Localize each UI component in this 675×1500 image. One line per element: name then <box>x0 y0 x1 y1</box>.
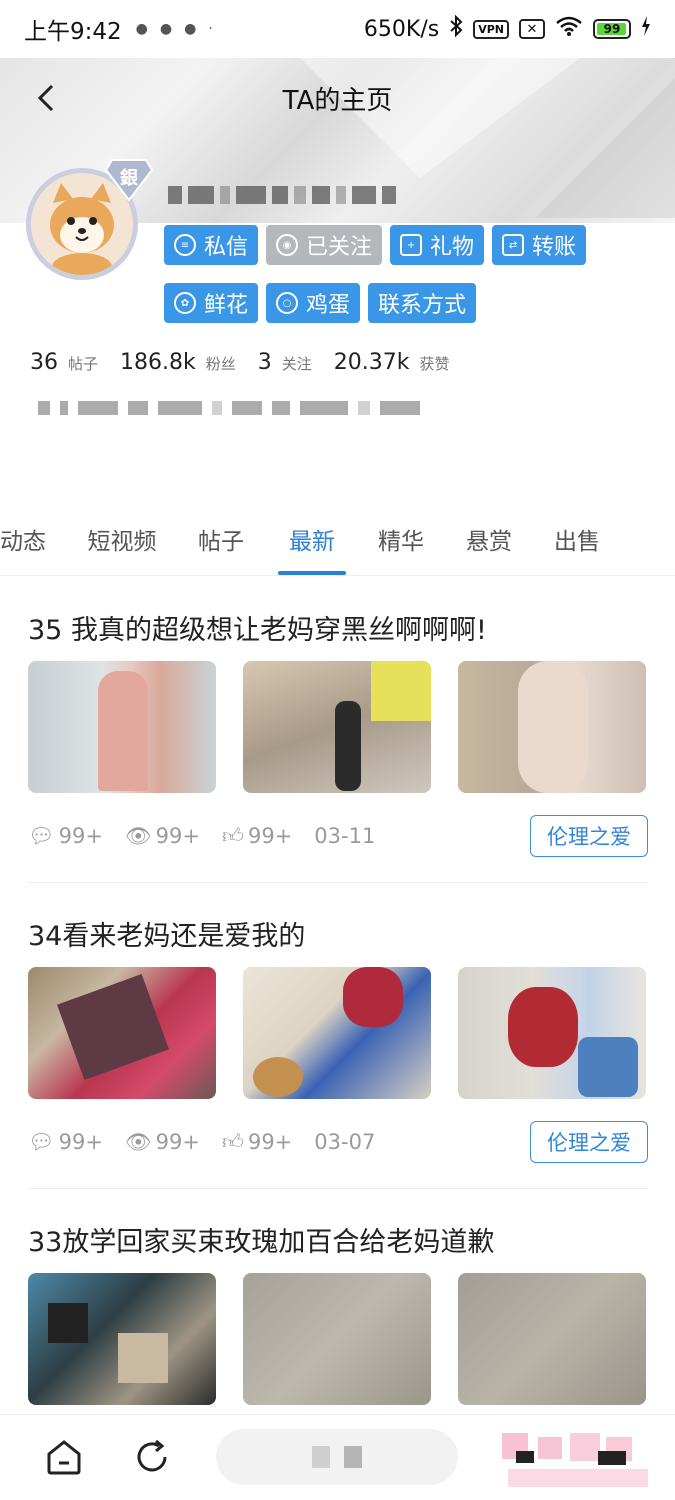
tab-featured[interactable]: 精华 <box>368 516 434 575</box>
tab-latest[interactable]: 最新 <box>278 516 346 575</box>
comment-count[interactable]: 💬︎ 99+ <box>28 1130 103 1155</box>
egg-icon: ○ <box>276 292 299 314</box>
post-image[interactable] <box>28 661 216 793</box>
broadcast-icon: ◉ <box>276 234 299 256</box>
gift-icon: + <box>400 234 423 256</box>
charging-icon <box>641 16 651 42</box>
watermark <box>488 1423 663 1495</box>
transfer-button[interactable]: ⇄ 转账 <box>492 225 587 265</box>
page-title: TA的主页 <box>282 86 393 116</box>
wifi-icon <box>555 15 583 43</box>
post-image[interactable] <box>243 1273 431 1405</box>
transfer-button-label: 转账 <box>532 235 577 260</box>
status-time: 上午9:42 <box>24 19 122 45</box>
thumbs-up-icon: 👍︎ <box>222 824 244 848</box>
sim-off-icon: ✕ <box>519 19 545 39</box>
post-image[interactable] <box>458 1273 646 1405</box>
bottom-bar <box>0 1414 675 1500</box>
comment-input[interactable] <box>216 1429 458 1485</box>
comment-icon: 💬︎ <box>28 823 55 848</box>
refresh-button[interactable] <box>132 1437 172 1481</box>
home-icon <box>47 1440 81 1475</box>
username-redacted <box>168 180 488 210</box>
chat-icon: ≡ <box>174 234 196 256</box>
post-image[interactable] <box>28 967 216 1099</box>
home-button[interactable] <box>44 1437 84 1481</box>
post-image[interactable] <box>458 967 646 1099</box>
profile-stats: 36 帖子 186.8k 粉丝 3 关注 20.37k 获赞 <box>30 350 462 375</box>
post-image[interactable] <box>243 967 431 1099</box>
bio-redacted <box>38 398 498 418</box>
post-title[interactable]: 34看来老妈还是爱我的 <box>28 914 648 953</box>
network-speed: 650K/s <box>363 16 440 42</box>
post-image[interactable] <box>28 1273 216 1405</box>
comment-count[interactable]: 💬︎ 99+ <box>28 824 103 849</box>
likes-count: 20.37k <box>333 350 410 375</box>
egg-button-label: 鸡蛋 <box>306 293 351 318</box>
following-count[interactable]: 3 <box>258 350 272 375</box>
posts-count[interactable]: 36 <box>30 350 58 375</box>
thumbs-up-icon: 👍︎ <box>222 1130 244 1154</box>
posts-label: 帖子 <box>68 355 99 373</box>
view-count: 👁︎ 99+ <box>125 1129 200 1155</box>
action-row-1: ≡ 私信 ◉ 已关注 + 礼物 ⇄ 转账 <box>164 225 587 265</box>
tab-dynamics[interactable]: 动态 <box>0 516 58 575</box>
battery-level: 99 <box>603 22 621 36</box>
action-row-2: ✿ 鲜花 ○ 鸡蛋 联系方式 <box>164 283 477 323</box>
view-count: 👁︎ 99+ <box>125 823 200 849</box>
like-count[interactable]: 👍︎ 99+ <box>222 1129 292 1155</box>
flower-button-label: 鲜花 <box>204 293 249 318</box>
egg-button[interactable]: ○ 鸡蛋 <box>266 283 361 323</box>
following-button-label: 已关注 <box>306 235 373 260</box>
battery-icon: 99 <box>593 19 631 39</box>
tab-short-video[interactable]: 短视频 <box>58 516 186 575</box>
message-button[interactable]: ≡ 私信 <box>164 225 259 265</box>
likes-label: 获赞 <box>419 355 450 373</box>
profile-tabs: 动态 短视频 帖子 最新 精华 悬赏 出售 <box>0 516 675 576</box>
like-count[interactable]: 👍︎ 99+ <box>222 823 292 849</box>
divider <box>28 882 648 883</box>
tab-posts[interactable]: 帖子 <box>186 516 256 575</box>
message-button-label: 私信 <box>204 235 249 260</box>
level-badge: 銀 <box>104 156 154 202</box>
following-label: 关注 <box>281 355 312 373</box>
category-tag[interactable]: 伦理之爱 <box>530 815 648 857</box>
status-bar: 上午9:42 ● ● ● · 650K/s VPN ✕ 99 <box>0 0 675 58</box>
gift-button[interactable]: + 礼物 <box>390 225 485 265</box>
fans-count[interactable]: 186.8k <box>120 350 196 375</box>
eye-icon: 👁︎ <box>125 823 152 848</box>
post-card[interactable]: 35 我真的超级想让老妈穿黑丝啊啊啊! 💬︎ 99+ 👁︎ 99+ 👍︎ 99+ 03… <box>28 608 648 857</box>
flower-icon: ✿ <box>174 292 196 314</box>
post-image[interactable] <box>243 661 431 793</box>
app-notification-icon: ● <box>159 21 173 37</box>
post-date: 03-11 <box>314 824 376 848</box>
post-card[interactable]: 34看来老妈还是爱我的 💬︎ 99+ 👁︎ 99+ 👍︎ 99+ 03-07 伦理之爱 <box>28 914 648 1163</box>
post-title[interactable]: 35 我真的超级想让老妈穿黑丝啊啊啊! <box>28 608 648 647</box>
vpn-icon: VPN <box>473 19 509 39</box>
contact-button[interactable]: 联系方式 <box>368 283 477 323</box>
category-tag[interactable]: 伦理之爱 <box>530 1121 648 1163</box>
notification-icons: ● ● ● · <box>136 21 213 37</box>
post-image[interactable] <box>458 661 646 793</box>
app-notification-icon: ● <box>184 21 197 37</box>
post-title[interactable]: 33放学回家买束玫瑰加百合给老妈道歉 <box>28 1220 648 1259</box>
tab-for-sale[interactable]: 出售 <box>544 516 610 575</box>
comment-icon: 💬︎ <box>28 1129 55 1154</box>
post-date: 03-07 <box>314 1130 376 1154</box>
contact-button-label: 联系方式 <box>378 293 467 318</box>
gift-button-label: 礼物 <box>430 235 475 260</box>
following-button[interactable]: ◉ 已关注 <box>266 225 383 265</box>
level-badge-text: 銀 <box>120 168 138 189</box>
eye-icon: 👁︎ <box>125 1129 152 1154</box>
dot-icon: · <box>208 21 213 37</box>
divider <box>28 1188 648 1189</box>
fans-label: 粉丝 <box>205 355 236 373</box>
flower-button[interactable]: ✿ 鲜花 <box>164 283 259 323</box>
bluetooth-icon <box>449 14 463 43</box>
transfer-icon: ⇄ <box>502 234 525 256</box>
app-notification-icon: ● <box>135 21 148 37</box>
tab-bounty[interactable]: 悬赏 <box>456 516 522 575</box>
refresh-icon <box>137 1439 167 1472</box>
post-card[interactable]: 33放学回家买束玫瑰加百合给老妈道歉 <box>28 1220 648 1405</box>
